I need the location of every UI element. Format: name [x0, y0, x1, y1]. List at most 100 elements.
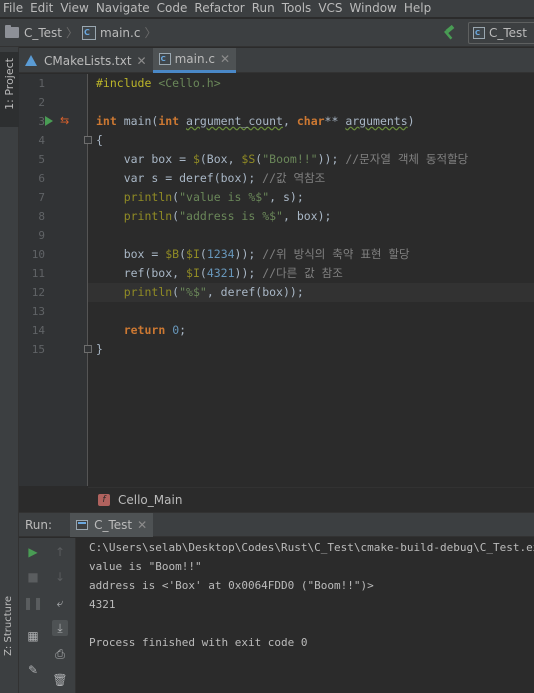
code-line: #include <Cello.h> — [88, 74, 534, 93]
tab-structure-label: Z: Structure — [3, 596, 14, 656]
console-line: value is "Boom!!" — [89, 560, 202, 573]
run-toolbar: ▶ ↑ ■ ↓ ❚❚ ⤶ ⤓ ▦ ⎙ ✎ 🗑 — [19, 538, 76, 693]
menu-view[interactable]: View — [57, 0, 92, 17]
console-line: 4321 — [89, 598, 116, 611]
code-token: "address is %$" — [179, 209, 283, 223]
run-configuration-label: C_Test — [489, 26, 528, 40]
code-token: argument_count — [186, 114, 283, 128]
menu-run[interactable]: Run — [249, 0, 279, 17]
code-line: { — [96, 133, 103, 147]
code-token: (Box, — [199, 152, 242, 166]
tab-main-c[interactable]: C main.c ✕ — [152, 48, 237, 73]
code-line: box = $B($I(1234)); //위 방식의 축약 표현 할당 — [88, 245, 534, 264]
code-token: ; — [179, 323, 187, 337]
menu-edit[interactable]: Edit — [27, 0, 57, 17]
run-gutter-icon[interactable] — [45, 116, 53, 126]
run-tab-c-test[interactable]: C_Test ✕ — [70, 512, 154, 537]
line-number: 2 — [38, 96, 45, 109]
menu-help[interactable]: Help — [401, 0, 435, 17]
run-console-output[interactable]: C:\Users\selab\Desktop\Codes\Rust\C_Test… — [77, 538, 534, 693]
run-tab-icon — [76, 519, 89, 530]
stop-icon[interactable]: ■ — [25, 569, 41, 585]
menu-vcs[interactable]: VCS — [315, 0, 346, 17]
code-token: arguments — [345, 114, 408, 128]
code-line: } — [96, 342, 103, 356]
close-icon[interactable]: ✕ — [137, 518, 147, 532]
run-tab-label: C_Test — [94, 517, 133, 532]
code-token: println — [123, 285, 173, 299]
soft-wrap-icon[interactable]: ⤶ — [52, 595, 68, 611]
fold-marker-icon[interactable] — [84, 136, 92, 144]
print-icon[interactable]: ⎙ — [52, 646, 68, 662]
build-hammer-icon[interactable] — [440, 25, 456, 41]
code-token: var box = — [96, 152, 193, 166]
code-line: int main(int argument_count, char** argu… — [88, 112, 534, 131]
scroll-to-end-icon[interactable]: ⤓ — [52, 620, 68, 636]
menu-code[interactable]: Code — [154, 0, 192, 17]
pause-icon[interactable]: ❚❚ — [23, 595, 43, 611]
line-number: 10 — [31, 248, 45, 261]
close-icon[interactable]: ✕ — [137, 54, 147, 68]
c-file-icon: C — [82, 25, 97, 40]
code-token: ( — [199, 247, 207, 261]
code-token: )); — [317, 152, 346, 166]
breadcrumb-file[interactable]: C main.c 〉 — [82, 24, 160, 41]
code-token: "%$" — [179, 285, 207, 299]
code-line: var box = $(Box, $S("Boom!!")); //문자열 객체… — [88, 150, 534, 169]
line-number: 8 — [38, 210, 45, 223]
code-line: println("value is %$", s); — [88, 188, 534, 207]
code-token: , box); — [282, 209, 332, 223]
code-token: //위 방식의 축약 표현 할당 — [262, 247, 410, 261]
code-token: ** — [324, 114, 346, 128]
code-token: return — [123, 323, 166, 337]
trash-icon[interactable]: 🗑 — [52, 672, 68, 688]
up-arrow-icon[interactable]: ↑ — [52, 544, 68, 560]
navigate-related-icon[interactable]: ⇆ — [60, 114, 69, 127]
code-token: , deref(box)); — [206, 285, 304, 299]
down-arrow-icon[interactable]: ↓ — [52, 569, 68, 585]
tab-label: main.c — [174, 52, 216, 66]
code-token: var s = deref(box); — [96, 171, 263, 185]
line-number: 14 — [31, 324, 45, 337]
breadcrumb-project-label: C_Test — [24, 25, 63, 40]
tab-project[interactable]: 1: Project — [0, 52, 19, 127]
line-number: 15 — [31, 343, 45, 356]
code-token: ) — [407, 114, 415, 128]
tab-project-label: 1: Project — [3, 58, 16, 110]
pin-icon[interactable]: ✎ — [25, 662, 41, 678]
menu-navigate[interactable]: Navigate — [93, 0, 154, 17]
menu-window[interactable]: Window — [347, 0, 401, 17]
code-token: ref(box, — [96, 266, 187, 280]
editor-tab-bar: CMakeLists.txt ✕ C main.c ✕ — [19, 48, 534, 73]
editor-breadcrumb-label: Cello_Main — [118, 492, 183, 507]
editor-breadcrumb[interactable]: f Cello_Main — [88, 487, 534, 511]
run-panel-label: Run: — [25, 517, 53, 532]
line-number: 4 — [38, 134, 45, 147]
code-token: $S — [241, 152, 256, 166]
menu-refactor[interactable]: Refactor — [191, 0, 248, 17]
function-icon: f — [98, 493, 110, 506]
line-number: 5 — [38, 153, 45, 166]
line-number: 9 — [38, 229, 45, 242]
menu-tools[interactable]: Tools — [279, 0, 316, 17]
code-token: //문자열 객체 동적할당 — [345, 152, 469, 166]
close-icon[interactable]: ✕ — [220, 52, 230, 66]
run-configuration-select[interactable]: C C_Test — [468, 22, 534, 44]
line-number: 11 — [31, 267, 45, 280]
layout-icon[interactable]: ▦ — [25, 628, 41, 644]
tab-structure[interactable]: Z: Structure — [0, 596, 19, 658]
breadcrumb-project[interactable]: C_Test — [0, 25, 63, 40]
code-editor[interactable]: #include <Cello.h> int main(int argument… — [88, 74, 534, 486]
console-line: C:\Users\selab\Desktop\Codes\Rust\C_Test… — [89, 541, 534, 554]
c-file-icon: C — [473, 27, 485, 39]
code-token: 4321 — [206, 266, 235, 280]
console-line: address is <'Box' at 0x0064FDD0 ("Boom!!… — [89, 579, 374, 592]
fold-marker-icon[interactable] — [84, 345, 92, 353]
tab-cmakelists[interactable]: CMakeLists.txt ✕ — [19, 48, 153, 73]
menu-file[interactable]: File — [0, 0, 27, 17]
code-token: ( — [199, 266, 207, 280]
rerun-icon[interactable]: ▶ — [25, 544, 41, 560]
code-token: )); — [234, 266, 263, 280]
